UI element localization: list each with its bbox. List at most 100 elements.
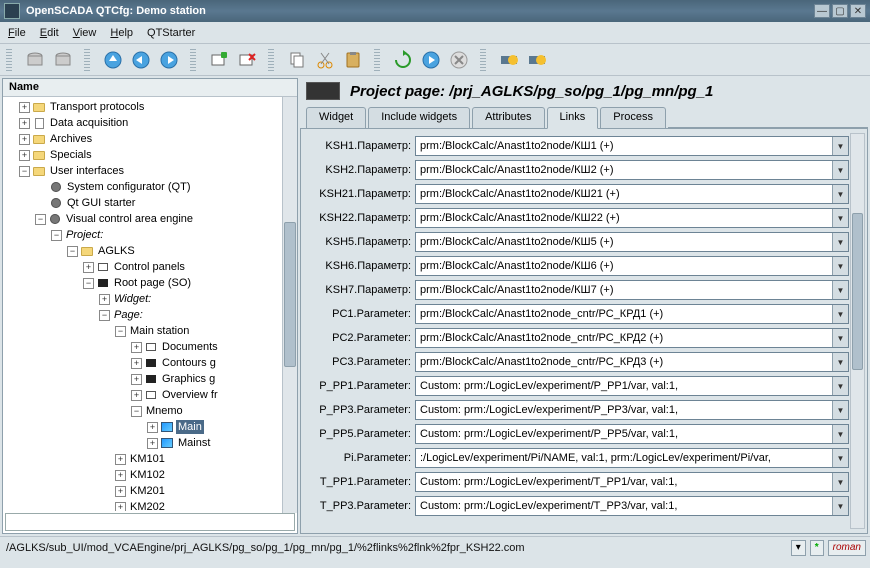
item-add-icon[interactable] [206, 47, 232, 73]
tab-widget[interactable]: Widget [306, 107, 366, 129]
nav-back-icon[interactable] [128, 47, 154, 73]
chevron-down-icon[interactable]: ▼ [832, 401, 848, 419]
nav-up-icon[interactable] [100, 47, 126, 73]
tree-expander[interactable]: + [131, 342, 142, 353]
tree-item[interactable]: Specials [48, 148, 94, 162]
tree-item[interactable]: Root page (SO) [112, 276, 193, 290]
tree-header-name[interactable]: Name [3, 79, 297, 97]
tree-expander[interactable]: − [99, 310, 110, 321]
close-button[interactable]: ✕ [850, 4, 866, 18]
chevron-down-icon[interactable]: ▼ [832, 281, 848, 299]
tree-scrollbar[interactable] [282, 97, 297, 513]
tree-expander[interactable]: + [147, 422, 158, 433]
cut-icon[interactable] [312, 47, 338, 73]
tree-item[interactable]: Mainst [176, 436, 212, 450]
chevron-down-icon[interactable]: ▼ [832, 329, 848, 347]
tree[interactable]: + Transport protocols + Data acquisition +… [3, 97, 297, 511]
tree-expander[interactable]: − [51, 230, 62, 241]
chevron-down-icon[interactable]: ▼ [832, 353, 848, 371]
tree-item[interactable]: Qt GUI starter [65, 196, 137, 210]
paste-icon[interactable] [340, 47, 366, 73]
tree-expander[interactable]: + [115, 470, 126, 481]
db-save-icon[interactable] [50, 47, 76, 73]
nav-forward-icon[interactable] [156, 47, 182, 73]
tab-links[interactable]: Links [547, 107, 599, 129]
toolbar-grip[interactable] [190, 49, 196, 71]
param-combo[interactable]: prm:/BlockCalc/Anast1to2node_cntr/РС_КРД… [415, 352, 849, 372]
param-combo[interactable]: prm:/BlockCalc/Anast1to2node/КШ22 (+)▼ [415, 208, 849, 228]
menu-help[interactable]: Help [110, 27, 133, 39]
tree-expander[interactable]: + [131, 390, 142, 401]
menu-qtstarter[interactable]: QTStarter [147, 27, 195, 39]
toolbar-grip[interactable] [6, 49, 12, 71]
menu-file[interactable]: File [8, 27, 26, 39]
chevron-down-icon[interactable]: ▼ [832, 425, 848, 443]
tree-expander[interactable]: + [99, 294, 110, 305]
status-user[interactable]: roman [828, 540, 866, 556]
chevron-down-icon[interactable]: ▼ [832, 257, 848, 275]
tree-item-selected[interactable]: Main [176, 420, 204, 434]
tree-item[interactable]: Widget: [112, 292, 153, 306]
tree-item[interactable]: KM201 [128, 484, 167, 498]
toolbar-grip[interactable] [374, 49, 380, 71]
toolbar-grip[interactable] [268, 49, 274, 71]
chevron-down-icon[interactable]: ▼ [832, 185, 848, 203]
scrollbar-thumb[interactable] [284, 222, 296, 368]
chevron-down-icon[interactable]: ▼ [832, 473, 848, 491]
tree-expander[interactable]: + [115, 486, 126, 497]
tab-include-widgets[interactable]: Include widgets [368, 107, 470, 129]
toolbar-grip[interactable] [84, 49, 90, 71]
scrollbar-thumb[interactable] [852, 213, 863, 371]
tree-expander[interactable]: + [19, 118, 30, 129]
tree-item[interactable]: Documents [160, 340, 220, 354]
param-combo[interactable]: Custom: prm:/LogicLev/experiment/P_PP3/v… [415, 400, 849, 420]
chevron-down-icon[interactable]: ▼ [832, 233, 848, 251]
tree-item[interactable]: System configurator (QT) [65, 180, 192, 194]
copy-icon[interactable] [284, 47, 310, 73]
tree-expander[interactable]: + [131, 374, 142, 385]
tree-expander[interactable]: + [115, 502, 126, 512]
db-load-icon[interactable] [22, 47, 48, 73]
tree-filter-input[interactable] [5, 513, 295, 531]
param-combo[interactable]: prm:/BlockCalc/Anast1to2node/КШ1 (+)▼ [415, 136, 849, 156]
tree-item[interactable]: Control panels [112, 260, 187, 274]
tree-item[interactable]: AGLKS [96, 244, 137, 258]
tree-item[interactable]: User interfaces [48, 164, 126, 178]
tree-expander[interactable]: + [147, 438, 158, 449]
tree-item[interactable]: Page: [112, 308, 145, 322]
tree-item[interactable]: Transport protocols [48, 100, 146, 114]
chevron-down-icon[interactable]: ▼ [832, 305, 848, 323]
chevron-down-icon[interactable]: ▼ [832, 377, 848, 395]
tree-item[interactable]: Overview fr [160, 388, 220, 402]
run-icon[interactable] [418, 47, 444, 73]
param-combo[interactable]: prm:/BlockCalc/Anast1to2node/КШ6 (+)▼ [415, 256, 849, 276]
tool-b-icon[interactable] [524, 47, 550, 73]
status-dropdown[interactable]: ▾ [791, 540, 806, 556]
tree-expander[interactable]: − [19, 166, 30, 177]
menu-edit[interactable]: Edit [40, 27, 59, 39]
tree-item[interactable]: Graphics g [160, 372, 217, 386]
param-combo[interactable]: Custom: prm:/LogicLev/experiment/T_PP1/v… [415, 472, 849, 492]
chevron-down-icon[interactable]: ▼ [832, 161, 848, 179]
tree-expander[interactable]: + [83, 262, 94, 273]
tree-expander[interactable]: + [131, 358, 142, 369]
param-combo[interactable]: prm:/BlockCalc/Anast1to2node_cntr/РС_КРД… [415, 304, 849, 324]
param-combo[interactable]: Custom: prm:/LogicLev/experiment/P_PP1/v… [415, 376, 849, 396]
refresh-icon[interactable] [390, 47, 416, 73]
chevron-down-icon[interactable]: ▼ [832, 137, 848, 155]
tree-item[interactable]: KM101 [128, 452, 167, 466]
param-combo[interactable]: prm:/BlockCalc/Anast1to2node/КШ21 (+)▼ [415, 184, 849, 204]
tree-item[interactable]: Contours g [160, 356, 218, 370]
tree-expander[interactable]: − [83, 278, 94, 289]
tree-item[interactable]: Data acquisition [48, 116, 130, 130]
item-del-icon[interactable] [234, 47, 260, 73]
tab-process[interactable]: Process [600, 107, 666, 129]
tree-expander[interactable]: − [115, 326, 126, 337]
tree-expander[interactable]: + [19, 150, 30, 161]
tree-item[interactable]: Archives [48, 132, 94, 146]
minimize-button[interactable]: — [814, 4, 830, 18]
tree-expander[interactable]: + [19, 102, 30, 113]
chevron-down-icon[interactable]: ▼ [832, 449, 848, 467]
chevron-down-icon[interactable]: ▼ [832, 497, 848, 515]
tree-expander[interactable]: − [67, 246, 78, 257]
